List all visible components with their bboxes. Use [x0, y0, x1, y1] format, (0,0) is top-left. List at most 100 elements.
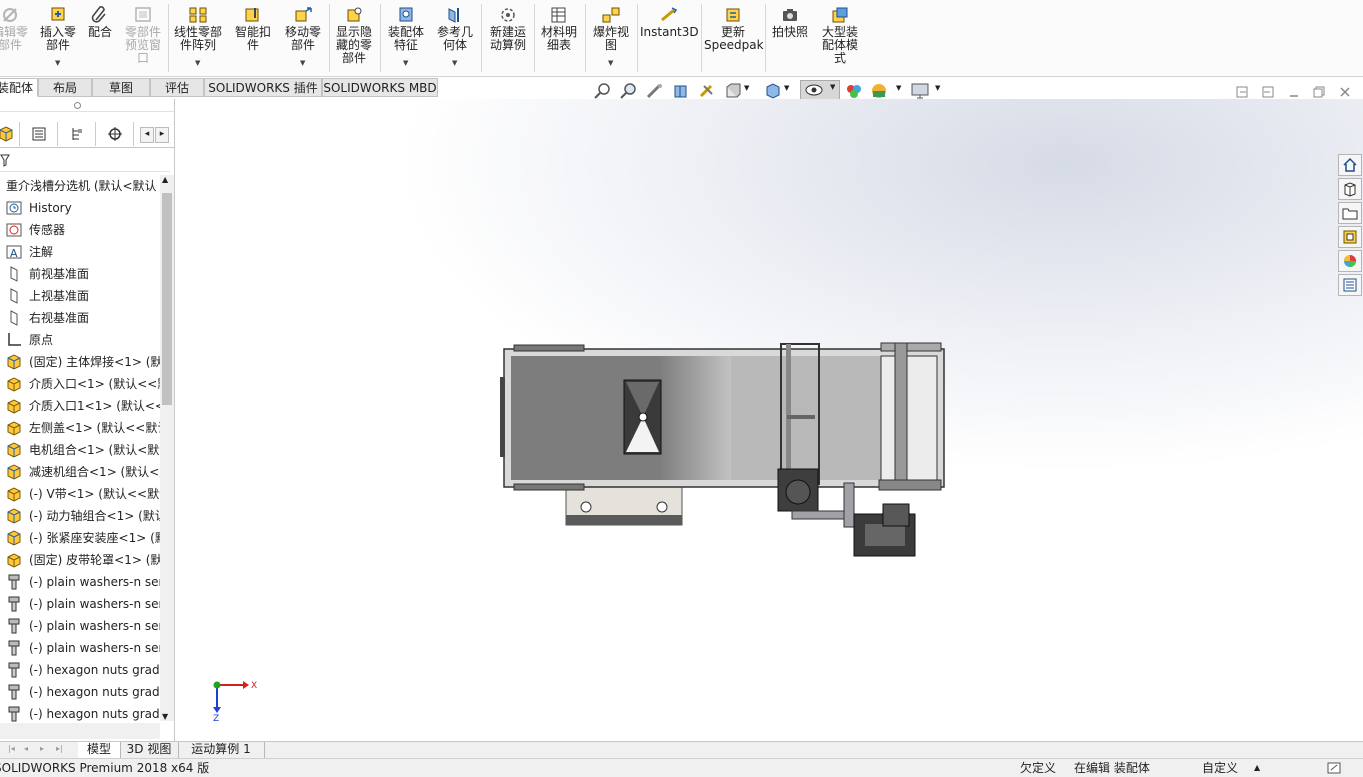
edit-appearance-icon[interactable]	[845, 82, 863, 100]
smart-fasteners-button[interactable]: 智能扣 件	[230, 2, 276, 74]
tree-vertical-scrollbar[interactable]: ▲ ▼	[160, 175, 174, 721]
tree-filter-row[interactable]	[0, 149, 170, 172]
prev-tab-arrow[interactable]: ◂	[24, 744, 28, 753]
tree-item[interactable]: (-) V带<1> (默认<<默认	[0, 483, 160, 505]
tree-item[interactable]: (-) 动力轴组合<1> (默认	[0, 505, 160, 527]
tree-item[interactable]: 左侧盖<1> (默认<<默认	[0, 417, 160, 439]
tab-3d-views[interactable]: 3D 视图	[120, 742, 179, 758]
move-component-button[interactable]: 移动零 部件 ▼	[280, 2, 326, 74]
tree-item[interactable]: A 注解	[0, 241, 160, 263]
next-window-icon[interactable]	[1262, 86, 1274, 98]
tab-motion-study-1[interactable]: 运动算例 1	[178, 742, 265, 758]
chevron-down-icon[interactable]: ▼	[452, 57, 457, 70]
display-style-icon[interactable]	[764, 83, 782, 99]
tree-item[interactable]: (-) hexagon nuts grade	[0, 659, 160, 681]
tree-item[interactable]: History	[0, 197, 160, 219]
tree-item[interactable]: (-) hexagon nuts grade	[0, 703, 160, 723]
minimize-icon[interactable]	[1288, 86, 1300, 98]
view-settings-icon[interactable]	[910, 82, 930, 100]
show-hidden-components-button[interactable]: 显示隐 藏的零 部件	[330, 2, 378, 74]
view-palette-tab[interactable]	[1338, 226, 1362, 248]
tree-item[interactable]: 原点	[0, 329, 160, 351]
unit-system-selector[interactable]: 自定义	[1202, 759, 1238, 777]
tab-featuremanager[interactable]	[0, 122, 20, 146]
tab-sketch[interactable]: 草图	[92, 78, 150, 97]
exploded-view-button[interactable]: 爆炸视 图 ▼	[588, 2, 634, 74]
chevron-down-icon[interactable]: ▼	[744, 84, 749, 92]
dynamic-annotation-icon[interactable]	[698, 83, 716, 99]
scroll-up-arrow[interactable]: ▲	[162, 175, 168, 184]
chevron-down-icon[interactable]: ▼	[195, 57, 200, 70]
tree-horizontal-scrollbar[interactable]	[0, 723, 160, 739]
bill-of-materials-button[interactable]: 材料明 细表	[536, 2, 582, 74]
scroll-down-arrow[interactable]: ▼	[162, 712, 168, 721]
tab-propertymanager[interactable]	[20, 122, 58, 146]
take-snapshot-button[interactable]: 拍快照	[767, 2, 813, 74]
tab-model[interactable]: 模型	[78, 742, 121, 758]
tree-item[interactable]: (-) 张紧座安装座<1> (默	[0, 527, 160, 549]
tabs-scroll-left-arrow[interactable]: ◂	[140, 127, 154, 143]
chevron-down-icon[interactable]: ▼	[896, 84, 901, 92]
edit-component-button[interactable]: 编辑零 部件	[0, 2, 32, 74]
tree-item[interactable]: 右视基准面	[0, 307, 160, 329]
chevron-down-icon[interactable]: ▼	[608, 57, 613, 70]
scrollbar-thumb[interactable]	[162, 193, 172, 405]
tree-item[interactable]: 减速机组合<1> (默认<默	[0, 461, 160, 483]
tab-navigation-arrows[interactable]: |◂ ◂ ▸ ▸|	[8, 744, 72, 756]
large-assembly-mode-button[interactable]: 大型装 配体模 式	[816, 2, 864, 74]
tree-item[interactable]: 前视基准面	[0, 263, 160, 285]
tab-layout[interactable]: 布局	[38, 78, 92, 97]
tree-item[interactable]: (-) plain washers-n ser	[0, 637, 160, 659]
instant3d-button[interactable]: Instant3D	[640, 2, 699, 74]
tab-assembly[interactable]: 装配体	[0, 78, 38, 97]
tree-item[interactable]: (-) plain washers-n ser	[0, 571, 160, 593]
first-tab-arrow[interactable]: |◂	[8, 744, 15, 753]
mate-button[interactable]: 配合	[84, 2, 116, 74]
chevron-down-icon[interactable]: ▼	[55, 57, 60, 70]
reference-geometry-button[interactable]: 参考几 何体 ▼	[432, 2, 478, 74]
restore-icon[interactable]	[1313, 86, 1325, 98]
chevron-up-icon[interactable]: ▲	[1254, 759, 1260, 777]
zoom-to-fit-icon[interactable]	[594, 83, 612, 99]
apply-scene-icon[interactable]	[870, 82, 888, 100]
chevron-down-icon[interactable]: ▼	[830, 83, 835, 91]
tabs-scroll-right-arrow[interactable]: ▸	[155, 127, 169, 143]
chevron-down-icon[interactable]: ▼	[403, 57, 408, 70]
tree-root-assembly[interactable]: 重介浅槽分选机 (默认<默认	[0, 175, 160, 197]
previous-view-icon[interactable]	[646, 83, 664, 99]
linear-component-pattern-button[interactable]: 线性零部 件阵列 ▼	[170, 2, 226, 74]
component-preview-window-button[interactable]: 零部件 预览窗 口	[120, 2, 166, 74]
assembly-features-button[interactable]: 装配体 特征 ▼	[382, 2, 430, 74]
tree-item[interactable]: (固定) 主体焊接<1> (默	[0, 351, 160, 373]
tab-configurationmanager[interactable]	[58, 122, 96, 146]
tree-item[interactable]: 电机组合<1> (默认<默认	[0, 439, 160, 461]
tab-evaluate[interactable]: 评估	[150, 78, 204, 97]
tree-item[interactable]: 介质入口1<1> (默认<<	[0, 395, 160, 417]
assembly-model[interactable]	[175, 99, 1363, 741]
graphics-area[interactable]: X Z	[175, 99, 1363, 741]
chevron-down-icon[interactable]: ▼	[935, 84, 940, 92]
view-orientation-icon[interactable]	[724, 83, 742, 99]
tree-item[interactable]: (-) plain washers-n ser	[0, 615, 160, 637]
tab-solidworks-addins[interactable]: SOLIDWORKS 插件	[204, 78, 322, 97]
close-icon[interactable]	[1339, 86, 1351, 98]
custom-properties-tab[interactable]	[1338, 274, 1362, 296]
last-tab-arrow[interactable]: ▸|	[56, 744, 63, 753]
design-library-tab[interactable]	[1338, 178, 1362, 200]
tree-item[interactable]: (-) plain washers-n ser	[0, 593, 160, 615]
new-motion-study-button[interactable]: 新建运 动算例	[484, 2, 532, 74]
file-explorer-tab[interactable]	[1338, 202, 1362, 224]
tree-item[interactable]: 传感器	[0, 219, 160, 241]
chevron-down-icon[interactable]: ▼	[784, 84, 789, 92]
previous-window-icon[interactable]	[1236, 86, 1248, 98]
section-view-icon[interactable]	[672, 83, 690, 99]
tree-item[interactable]: 上视基准面	[0, 285, 160, 307]
solidworks-resources-tab[interactable]	[1338, 154, 1362, 176]
tab-solidworks-mbd[interactable]: SOLIDWORKS MBD	[322, 78, 438, 97]
rebuild-icon[interactable]	[1326, 761, 1342, 775]
tree-item[interactable]: (固定) 皮带轮罩<1> (默	[0, 549, 160, 571]
zoom-to-area-icon[interactable]	[620, 83, 638, 99]
next-tab-arrow[interactable]: ▸	[40, 744, 44, 753]
tree-item[interactable]: 介质入口<1> (默认<<默	[0, 373, 160, 395]
appearances-tab[interactable]	[1338, 250, 1362, 272]
